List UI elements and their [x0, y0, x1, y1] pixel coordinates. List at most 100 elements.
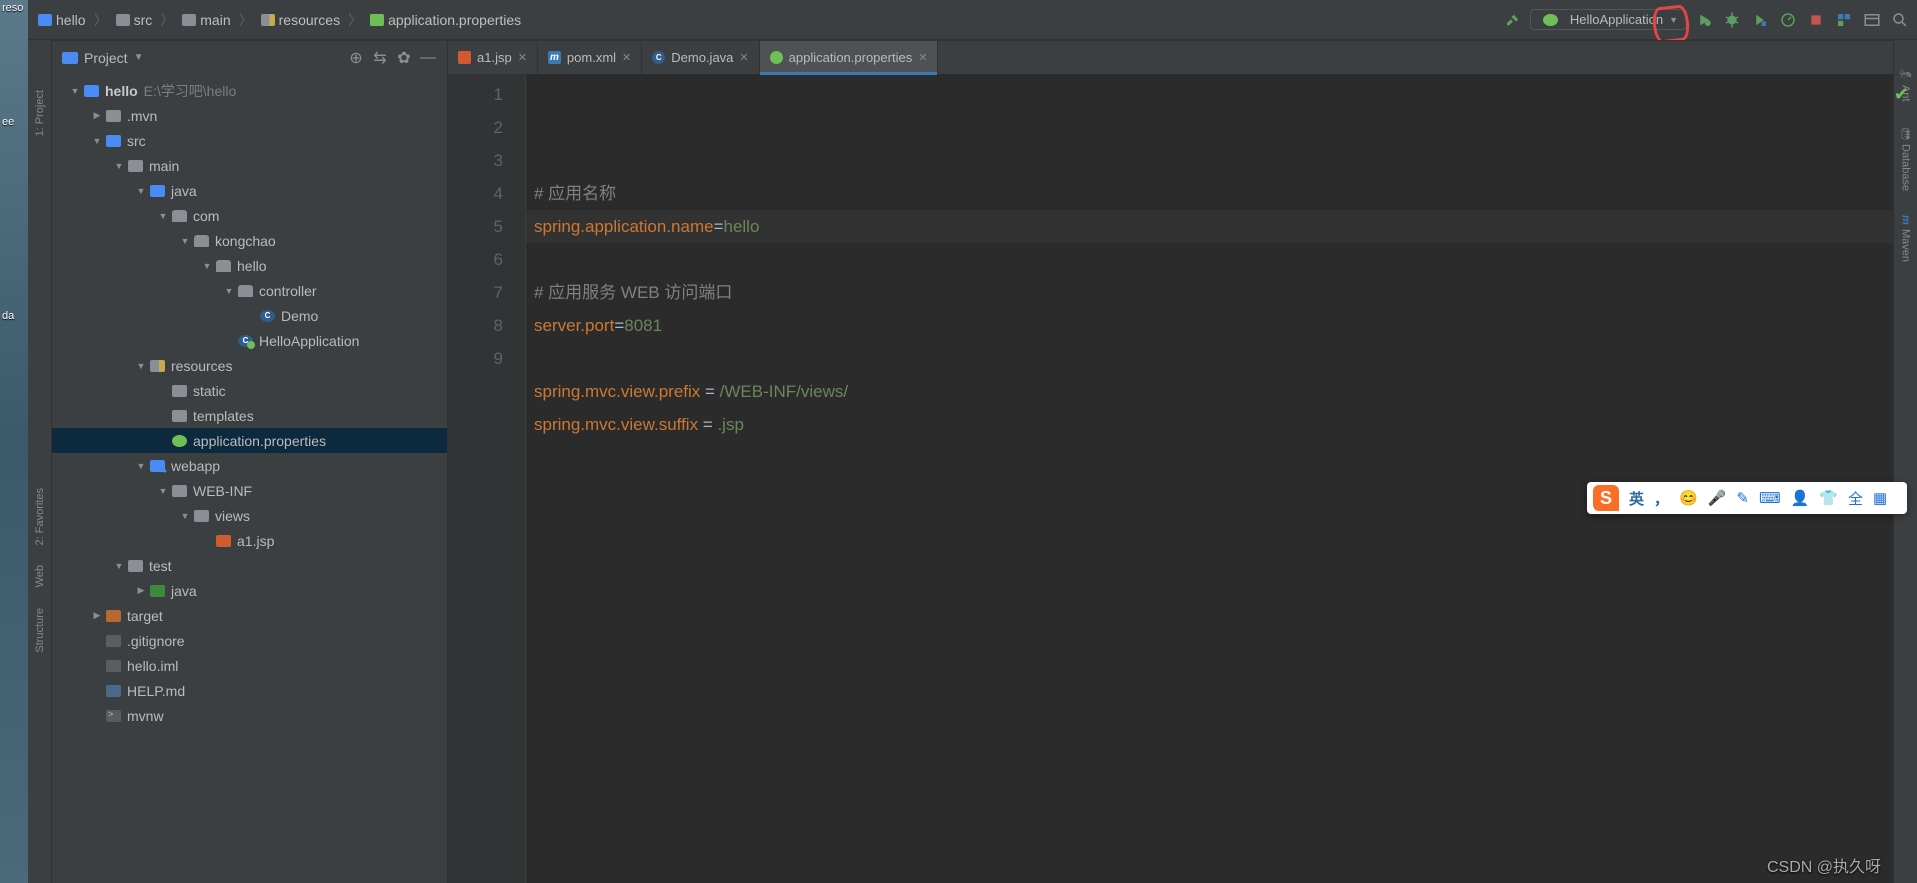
project-panel-title[interactable]: Project ▼ — [84, 50, 341, 66]
search-everywhere-button[interactable] — [1889, 9, 1911, 31]
code-line[interactable]: # 应用名称 — [534, 177, 1917, 210]
breadcrumb-item[interactable]: resources — [257, 10, 344, 30]
tree-node[interactable]: resources — [52, 353, 447, 378]
tree-node[interactable]: WEB-INF — [52, 478, 447, 503]
full-icon[interactable]: 全 — [1848, 488, 1863, 509]
tab-close-icon[interactable]: ✕ — [739, 51, 748, 64]
pen-icon[interactable]: ✎ — [1736, 489, 1749, 507]
tree-node[interactable]: src — [52, 128, 447, 153]
tree-node[interactable]: application.properties — [52, 428, 447, 453]
emoji-icon[interactable]: 😊 — [1679, 489, 1698, 507]
tree-node[interactable]: controller — [52, 278, 447, 303]
breadcrumb-item[interactable]: src — [112, 10, 157, 30]
tree-node[interactable]: HELP.md — [52, 678, 447, 703]
tree-arrow-icon[interactable] — [114, 561, 124, 571]
run-button[interactable] — [1693, 9, 1715, 31]
tree-node[interactable]: HelloApplication — [52, 328, 447, 353]
tree-arrow-icon[interactable] — [136, 461, 146, 471]
tree-node[interactable]: Demo — [52, 303, 447, 328]
tree-arrow-icon[interactable] — [158, 211, 168, 221]
tree-arrow-icon[interactable] — [92, 110, 102, 121]
tab-close-icon[interactable]: ✕ — [918, 51, 927, 64]
tree-node[interactable]: static — [52, 378, 447, 403]
tool-structure[interactable]: Structure — [34, 598, 46, 663]
settings-icon[interactable]: ✿ — [395, 49, 413, 67]
tree-node[interactable]: views — [52, 503, 447, 528]
collapse-all-icon[interactable]: ⇆ — [371, 49, 389, 67]
mic-icon[interactable]: 🎤 — [1708, 489, 1727, 507]
tree-node[interactable]: webapp — [52, 453, 447, 478]
tree-arrow-icon[interactable] — [136, 585, 146, 596]
editor[interactable]: 123456789 # 应用名称spring.application.name=… — [448, 74, 1917, 883]
tab-close-icon[interactable]: ✕ — [622, 51, 631, 64]
code-line[interactable]: spring.application.name=hello — [534, 210, 1917, 243]
profile-button[interactable] — [1777, 9, 1799, 31]
tool-project[interactable]: 1: Project — [34, 80, 46, 146]
debug-button[interactable] — [1721, 9, 1743, 31]
code-line[interactable] — [534, 342, 1917, 375]
tree-arrow-icon[interactable] — [92, 136, 102, 146]
run-coverage-button[interactable] — [1749, 9, 1771, 31]
tree-node[interactable]: hello.iml — [52, 653, 447, 678]
tree-node[interactable]: mvnw — [52, 703, 447, 728]
editor-tab[interactable]: pom.xml✕ — [538, 41, 642, 74]
tree-arrow-icon[interactable] — [136, 186, 146, 196]
tree-node[interactable]: java — [52, 178, 447, 203]
tree-arrow-icon[interactable] — [224, 286, 234, 296]
user-icon[interactable]: 👤 — [1791, 489, 1810, 507]
build-hammer-icon[interactable] — [1502, 9, 1524, 31]
tree-arrow-icon[interactable] — [114, 161, 124, 171]
code-area[interactable]: # 应用名称spring.application.name=hello # 应用… — [526, 74, 1917, 883]
editor-tab[interactable]: a1.jsp✕ — [448, 41, 538, 74]
tree-node[interactable]: templates — [52, 403, 447, 428]
tree-node[interactable]: .gitignore — [52, 628, 447, 653]
tool-web[interactable]: Web — [34, 555, 46, 597]
shirt-icon[interactable]: 👕 — [1819, 489, 1838, 507]
code-line[interactable] — [534, 441, 1917, 474]
tree-arrow-icon[interactable] — [180, 236, 190, 246]
tree-arrow-icon[interactable] — [136, 361, 146, 371]
tree-node[interactable]: kongchao — [52, 228, 447, 253]
editor-tab[interactable]: application.properties✕ — [760, 41, 939, 74]
tree-node[interactable]: com — [52, 203, 447, 228]
breadcrumb-item[interactable]: main — [178, 10, 234, 30]
code-line[interactable]: spring.mvc.view.prefix = /WEB-INF/views/ — [534, 375, 1917, 408]
editor-tab[interactable]: Demo.java✕ — [642, 41, 759, 74]
tree-arrow-icon[interactable] — [70, 86, 80, 96]
code-line[interactable]: server.port=8081 — [534, 309, 1917, 342]
tree-arrow-icon[interactable] — [202, 261, 212, 271]
code-line[interactable] — [534, 243, 1917, 276]
tree-node[interactable]: main — [52, 153, 447, 178]
tree-node[interactable]: a1.jsp — [52, 528, 447, 553]
tree-node[interactable]: helloE:\学习吧\hello — [52, 78, 447, 103]
line-number: 6 — [448, 243, 503, 276]
layout-button[interactable] — [1861, 9, 1883, 31]
breadcrumb-item[interactable]: hello — [34, 10, 90, 30]
run-config-select[interactable]: HelloApplication ▼ — [1530, 9, 1687, 30]
tree-arrow-icon[interactable] — [158, 486, 168, 496]
tree-node[interactable]: test — [52, 553, 447, 578]
locate-icon[interactable]: ⊕ — [347, 49, 365, 67]
project-tree[interactable]: helloE:\学习吧\hello.mvnsrcmainjavacomkongc… — [52, 74, 447, 883]
ime-toolbar[interactable]: S 英 ， 😊 🎤 ✎ ⌨ 👤 👕 全 ▦ — [1587, 482, 1907, 514]
tree-node[interactable]: .mvn — [52, 103, 447, 128]
hide-icon[interactable]: — — [419, 49, 437, 67]
keyboard-icon[interactable]: ⌨ — [1759, 489, 1781, 507]
stop-button[interactable] — [1805, 9, 1827, 31]
tab-close-icon[interactable]: ✕ — [518, 51, 527, 64]
tree-arrow-icon[interactable] — [92, 610, 102, 621]
tree-node[interactable]: hello — [52, 253, 447, 278]
ime-punct[interactable]: ， — [1654, 488, 1669, 509]
tree-node[interactable]: java — [52, 578, 447, 603]
update-button[interactable] — [1833, 9, 1855, 31]
breadcrumb-item[interactable]: application.properties — [366, 10, 525, 30]
ime-mode[interactable]: 英 — [1629, 488, 1644, 509]
grid-icon[interactable]: ▦ — [1873, 489, 1887, 507]
tool-favorites[interactable]: 2: Favorites — [34, 478, 46, 555]
tool-ant[interactable]: 🐜Ant — [1899, 60, 1912, 110]
tree-arrow-icon[interactable] — [180, 511, 190, 521]
code-line[interactable]: spring.mvc.view.suffix = .jsp — [534, 408, 1917, 441]
tree-node[interactable]: target — [52, 603, 447, 628]
tree-label: HELP.md — [127, 683, 185, 699]
code-line[interactable]: # 应用服务 WEB 访问端口 — [534, 276, 1917, 309]
